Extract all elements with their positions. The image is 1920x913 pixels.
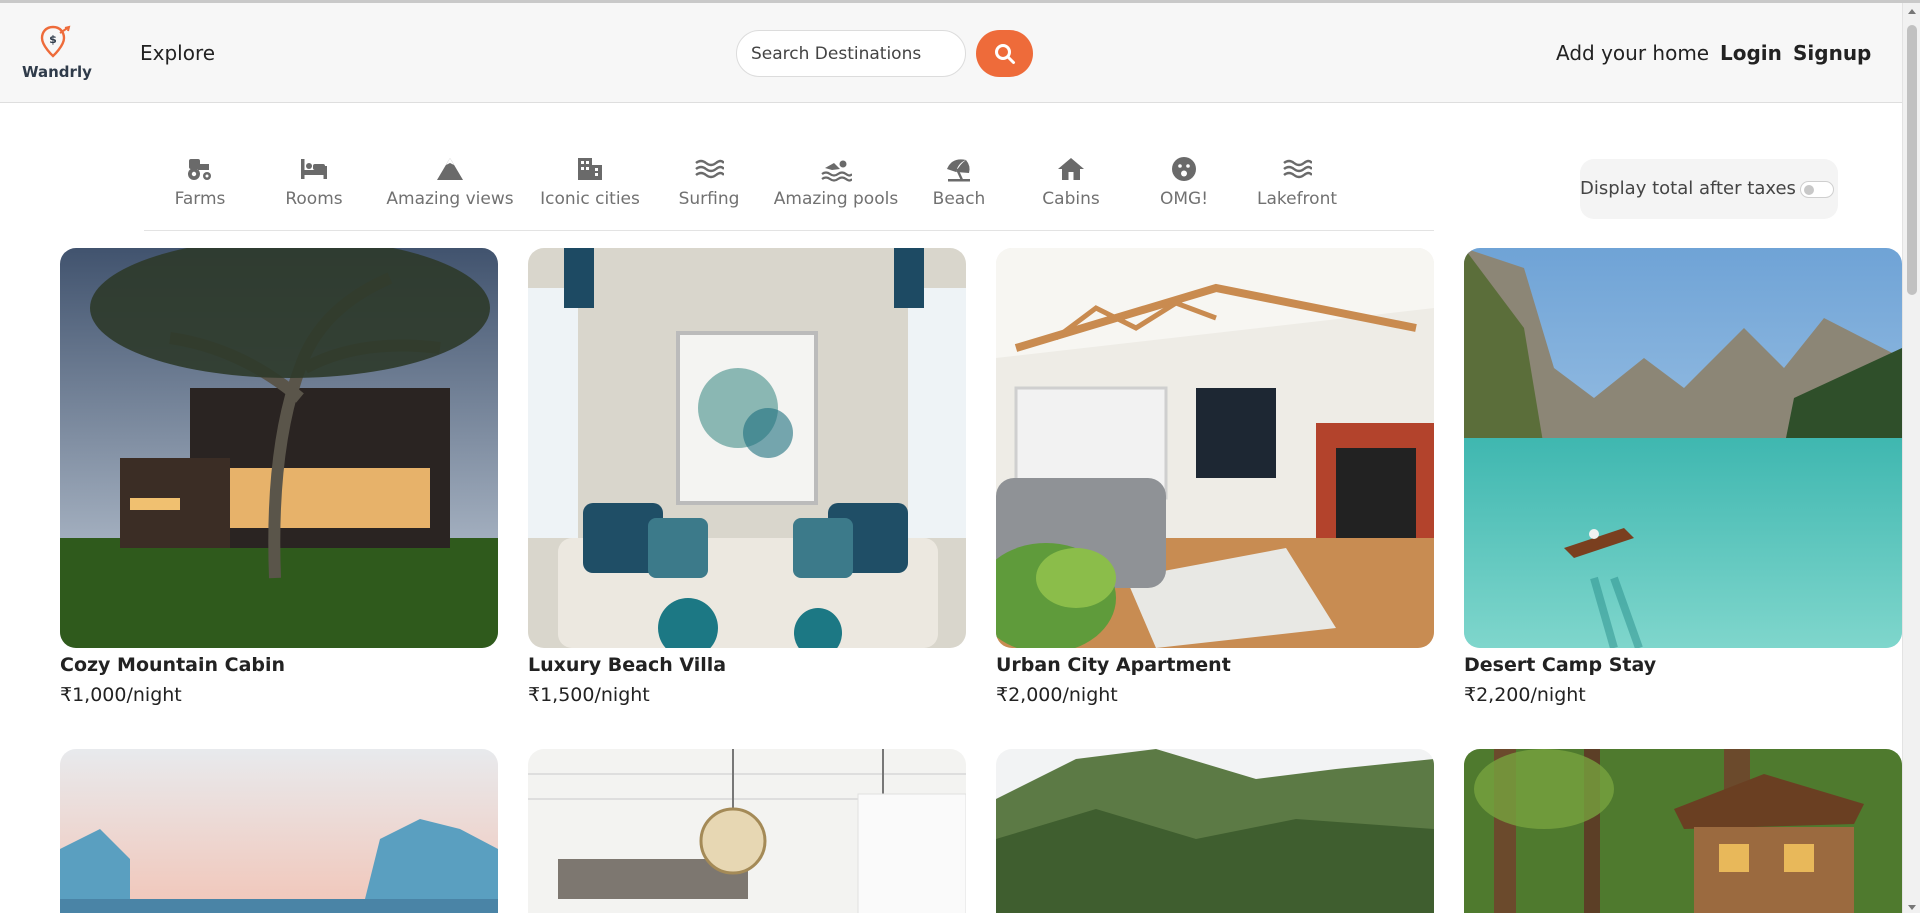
listing-card[interactable]: Desert Camp Stay ₹2,200/night	[1464, 248, 1902, 706]
listing-image[interactable]	[996, 248, 1434, 648]
listing-card[interactable]: Urban City Apartment ₹2,000/night	[996, 248, 1434, 706]
signup-link[interactable]: Signup	[1793, 41, 1871, 65]
filter-iconic-cities[interactable]: Iconic cities	[530, 155, 650, 209]
surprised-face-icon	[1172, 157, 1196, 181]
listing-image[interactable]	[1464, 248, 1902, 648]
listing-title[interactable]: Urban City Apartment	[996, 654, 1434, 676]
explore-link[interactable]: Explore	[140, 41, 215, 65]
bed-icon	[301, 159, 327, 179]
listing-title[interactable]: Cozy Mountain Cabin	[60, 654, 498, 676]
listing-card[interactable]	[528, 749, 966, 913]
logo[interactable]: $ Wandrly	[22, 25, 92, 85]
search-button[interactable]	[976, 30, 1033, 77]
tax-toggle-label: Display total after taxes	[1580, 178, 1796, 199]
page: $ Wandrly Explore Add your home Login Si…	[0, 0, 1920, 913]
filter-farms[interactable]: Farms	[152, 155, 248, 209]
listing-card[interactable]	[60, 749, 498, 913]
listing-image[interactable]	[996, 749, 1434, 913]
filter-amazing-pools[interactable]: Amazing pools	[768, 155, 904, 209]
listing-image[interactable]	[1464, 749, 1902, 913]
logo-text: Wandrly	[22, 63, 92, 81]
listing-price: ₹1,500/night	[528, 684, 650, 706]
listing-image[interactable]	[528, 749, 966, 913]
filter-beach[interactable]: Beach	[914, 155, 1004, 209]
navbar: $ Wandrly Explore Add your home Login Si…	[0, 3, 1902, 103]
search-input[interactable]	[736, 30, 966, 77]
listing-image[interactable]	[60, 248, 498, 648]
filter-label: Cabins	[1042, 189, 1100, 209]
scroll-down-icon[interactable]	[1908, 905, 1916, 910]
umbrella-beach-icon	[947, 159, 970, 182]
filter-label: Surfing	[678, 189, 740, 209]
listing-card[interactable]: Luxury Beach Villa ₹1,500/night	[528, 248, 966, 706]
tax-toggle-switch[interactable]	[1800, 181, 1834, 198]
listing-title[interactable]: Desert Camp Stay	[1464, 654, 1902, 676]
swimmer-icon	[821, 160, 852, 182]
add-your-home-link[interactable]: Add your home	[1556, 41, 1709, 65]
mountain-icon	[437, 158, 463, 180]
tax-toggle-container[interactable]: Display total after taxes	[1580, 159, 1838, 219]
filter-label: Amazing pools	[773, 189, 899, 209]
filter-label: OMG!	[1159, 189, 1209, 209]
city-icon	[578, 158, 602, 180]
login-link[interactable]: Login	[1720, 41, 1782, 65]
filter-label: Rooms	[285, 189, 343, 209]
filter-lakefront[interactable]: Lakefront	[1250, 155, 1344, 209]
filter-label: Lakefront	[1256, 189, 1338, 209]
filter-label: Amazing views	[386, 189, 514, 209]
filter-label: Iconic cities	[540, 189, 640, 209]
filter-label: Farms	[174, 189, 226, 209]
listing-price: ₹2,000/night	[996, 684, 1118, 706]
search-icon	[994, 43, 1015, 64]
filter-label: Beach	[932, 189, 986, 209]
waves-icon	[695, 159, 724, 179]
listing-title[interactable]: Luxury Beach Villa	[528, 654, 966, 676]
filter-omg[interactable]: OMG!	[1139, 155, 1229, 209]
house-icon	[1058, 158, 1084, 180]
category-filters: Farms Rooms Amazing views Iconic cities …	[144, 155, 1434, 231]
filter-amazing-views[interactable]: Amazing views	[385, 155, 515, 209]
page-scrollbar[interactable]	[1902, 3, 1920, 913]
water-icon	[1283, 159, 1312, 179]
listing-card[interactable]	[1464, 749, 1902, 913]
listing-card[interactable]	[996, 749, 1434, 913]
listing-price: ₹1,000/night	[60, 684, 182, 706]
scroll-up-icon[interactable]	[1908, 9, 1916, 14]
toggle-knob	[1804, 185, 1814, 195]
listing-price: ₹2,200/night	[1464, 684, 1586, 706]
listing-image[interactable]	[528, 248, 966, 648]
listing-card[interactable]: Cozy Mountain Cabin ₹1,000/night	[60, 248, 498, 706]
filter-cabins[interactable]: Cabins	[1026, 155, 1116, 209]
filter-surfing[interactable]: Surfing	[664, 155, 754, 209]
tractor-icon	[188, 159, 211, 180]
listing-image[interactable]	[60, 749, 498, 913]
scroll-thumb[interactable]	[1907, 25, 1917, 295]
svg-text:$: $	[49, 33, 57, 46]
logo-pin-icon: $	[40, 25, 71, 58]
filter-rooms[interactable]: Rooms	[266, 155, 362, 209]
